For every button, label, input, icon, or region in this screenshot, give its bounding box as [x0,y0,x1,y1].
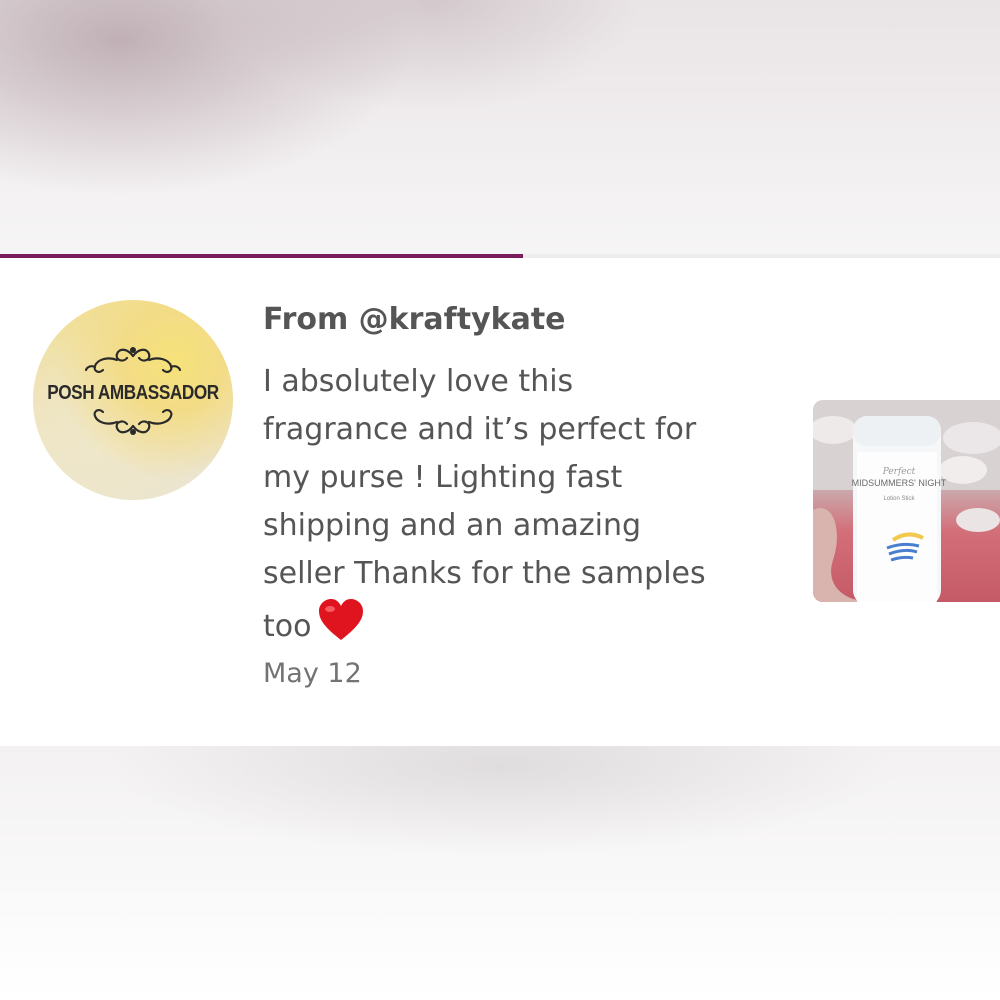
product-name: MIDSUMMERS' NIGHT [852,478,947,488]
blurred-background-top [0,0,1000,254]
red-heart-icon [317,598,365,657]
review-photo-thumbnail[interactable]: Perfect MIDSUMMERS' NIGHT Lotion Stick [813,400,1000,602]
product-type: Lotion Stick [883,496,915,502]
comment-line: my purse ! Lighting fast [263,460,623,495]
review-author[interactable]: From @kraftykate [263,302,566,337]
screen: POSH AMBASSADOR From @kraftykate I absol… [0,0,1000,1000]
comment-line: I absolutely love this [263,364,574,399]
posh-ambassador-avatar[interactable]: POSH AMBASSADOR [33,300,233,500]
comment-line-text: too [263,609,312,644]
avatar-label: POSH AMBASSADOR [47,382,219,404]
comment-line: shipping and an amazing [263,508,642,543]
comment-line: fragrance and it’s perfect for [263,412,697,447]
review-comment: I absolutely love this fragrance and it’… [263,358,783,657]
comment-last-line: too [263,598,783,657]
review-card: POSH AMBASSADOR From @kraftykate I absol… [0,258,1000,746]
product-script: Perfect [882,467,916,477]
blurred-background-bottom [0,746,1000,1000]
review-date: May 12 [263,658,362,689]
lotion-stick-photo: Perfect MIDSUMMERS' NIGHT Lotion Stick [813,400,1000,602]
comment-line: seller Thanks for the samples [263,556,706,591]
